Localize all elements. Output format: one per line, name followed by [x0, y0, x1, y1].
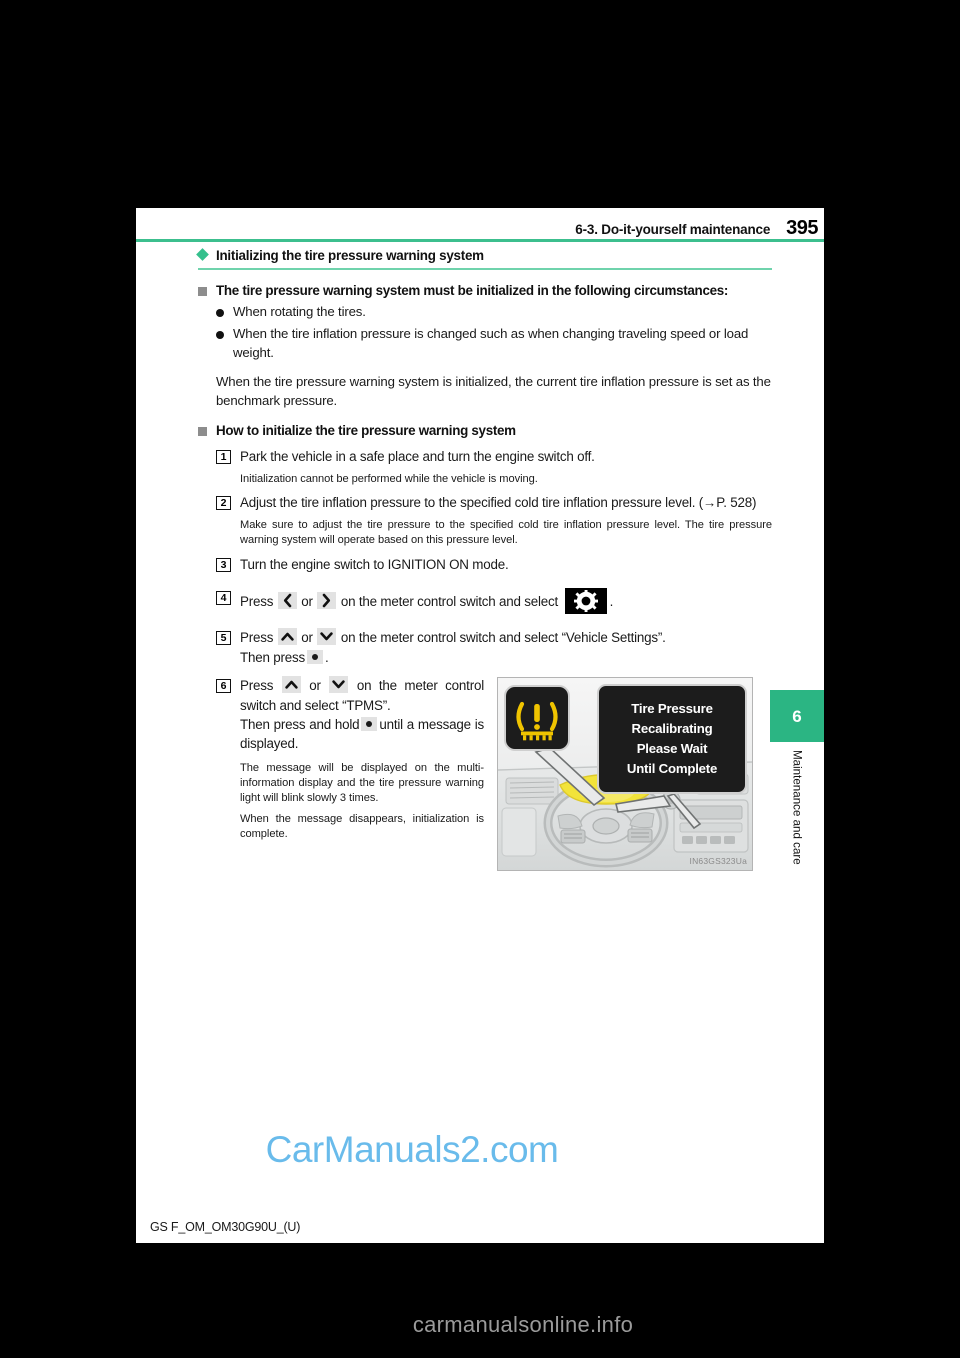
step-3: 3 Turn the engine switch to IGNITION ON … — [216, 555, 772, 574]
square-bullet-icon — [198, 286, 207, 296]
page-reference: →P. 528 — [703, 495, 753, 511]
page-body: Initializing the tire pressure warning s… — [196, 246, 772, 872]
step-5-t5: . — [325, 649, 329, 665]
step-1-note: Initialization cannot be performed while… — [240, 472, 538, 485]
chevron-left-icon — [277, 592, 297, 610]
step-6-and-figure: 6 Press or on the meter control switch a… — [216, 676, 772, 872]
page-header: 6-3. Do-it-yourself maintenance 395 — [136, 208, 824, 238]
footer-document-code: GS F_OM_OM30G90U_(U) — [150, 1220, 301, 1234]
steps-container: 1 Park the vehicle in a safe place and t… — [216, 447, 772, 872]
step-text: Press or on the meter control switch and… — [240, 588, 772, 615]
multi-information-display-message: Tire Pressure Recalibrating Please Wait … — [597, 684, 747, 795]
chevron-down-icon — [317, 628, 337, 646]
step-6-note-1: The message will be displayed on the mul… — [240, 761, 484, 804]
subsection-1-heading: The tire pressure warning system must be… — [198, 282, 772, 301]
step-2-note: Make sure to adjust the tire pressure to… — [240, 518, 772, 546]
round-bullet-icon — [216, 309, 224, 318]
step-text: Park the vehicle in a safe place and tur… — [240, 449, 595, 465]
list-item-text: When rotating the tires. — [233, 304, 366, 320]
chapter-thumb-label: Maintenance and care — [770, 748, 824, 928]
step-2: 2 Adjust the tire inflation pressure to … — [216, 493, 772, 512]
chapter-thumb-tab: 6 — [770, 690, 824, 742]
step-6: 6 Press or on the meter control switch a… — [216, 676, 484, 754]
chevron-up-icon — [281, 676, 301, 694]
watermark-carmanualsonline: carmanualsonline.info — [412, 1312, 634, 1337]
subsection-1-body: When rotating the tires. When the tire i… — [216, 303, 772, 410]
step-number: 4 — [216, 591, 231, 606]
step-6-t4: Then press and hold — [240, 717, 360, 733]
subsection-1-paragraph: When the tire pressure warning system is… — [216, 374, 771, 409]
chevron-down-icon — [329, 676, 349, 694]
step-4-t3: on the meter control switch and select — [340, 594, 559, 610]
section-heading: Initializing the tire pressure warning s… — [196, 248, 772, 263]
tire-pressure-warning-lamp-box — [504, 685, 570, 752]
header-section-title: 6-3. Do-it-yourself maintenance — [575, 222, 771, 237]
step-number: 1 — [216, 450, 231, 465]
gear-icon — [564, 588, 607, 615]
step-5-t4: Then press — [240, 649, 305, 665]
subsection-1-title: The tire pressure warning system must be… — [216, 282, 729, 298]
list-item: When rotating the tires. — [216, 303, 772, 322]
step-4-t2: or — [301, 594, 313, 610]
section-heading-text: Initializing the tire pressure warning s… — [216, 248, 484, 263]
step-number: 3 — [216, 557, 231, 572]
figure-column: Tire Pressure Recalibrating Please Wait … — [484, 676, 772, 872]
step-6-t2: or — [309, 678, 321, 694]
round-bullet-icon — [216, 330, 224, 339]
step-5-t3: on the meter control switch and select “… — [340, 630, 666, 646]
step-5-t1: Press — [240, 630, 274, 646]
header-rule — [136, 239, 824, 242]
message-line: Please Wait — [636, 741, 708, 757]
section-heading-rule — [198, 268, 772, 270]
step-text: Adjust the tire inflation pressure to th… — [240, 493, 772, 512]
step-6-note-2: When the message disappears, initializat… — [240, 812, 484, 840]
step-text: Press or on the meter control switch and… — [240, 628, 772, 667]
page-number: 395 — [786, 217, 818, 239]
step-text: Press or on the meter control switch and… — [240, 676, 484, 754]
step-number: 5 — [216, 631, 231, 646]
subsection-2-title: How to initialize the tire pressure warn… — [216, 422, 516, 438]
subsection-2-heading: How to initialize the tire pressure warn… — [198, 422, 772, 441]
watermark-carmanuals2: CarManuals2.com — [265, 1129, 559, 1170]
square-bullet-icon — [198, 426, 207, 436]
step-6-t3: on the meter control switch and select “… — [240, 678, 484, 713]
step-4-t1: Press — [240, 594, 274, 610]
list-item-text: When the tire inflation pressure is chan… — [233, 325, 749, 360]
chevron-up-icon — [277, 628, 297, 646]
chapter-label-text: Maintenance and care — [790, 750, 804, 865]
message-line: Tire Pressure — [631, 701, 713, 717]
step-2-text-b: ) — [752, 495, 757, 511]
enter-dot-icon — [307, 649, 323, 664]
step-5-t2: or — [301, 630, 313, 646]
chapter-number: 6 — [792, 706, 802, 726]
step-4-t4: . — [609, 594, 614, 610]
message-line: Recalibrating — [631, 721, 713, 737]
step-2-text-a: Adjust the tire inflation pressure to th… — [240, 495, 704, 511]
step-4: 4 Press or on the meter control switch a… — [216, 588, 772, 615]
screenshot-stage: 6-3. Do-it-yourself maintenance 395 Init… — [0, 0, 960, 1358]
diamond-bullet-icon — [196, 248, 209, 261]
step-6-t1: Press — [240, 678, 274, 694]
figure-id-code: IN63GS323Ua — [689, 856, 747, 867]
manual-page-sheet: 6-3. Do-it-yourself maintenance 395 Init… — [136, 208, 824, 1243]
dashboard-illustration: Tire Pressure Recalibrating Please Wait … — [497, 677, 753, 872]
tire-pressure-warning-icon — [516, 702, 558, 741]
enter-dot-icon — [361, 717, 378, 732]
step-6-column: 6 Press or on the meter control switch a… — [216, 676, 484, 871]
chevron-right-icon — [317, 592, 337, 610]
step-1: 1 Park the vehicle in a safe place and t… — [216, 447, 772, 466]
message-line: Until Complete — [626, 761, 718, 777]
step-text: Turn the engine switch to IGNITION ON mo… — [240, 556, 509, 572]
step-5: 5 Press or on the meter control switch a… — [216, 628, 772, 667]
step-number: 2 — [216, 496, 231, 511]
step-number: 6 — [216, 679, 231, 694]
list-item: When the tire inflation pressure is chan… — [216, 325, 772, 362]
